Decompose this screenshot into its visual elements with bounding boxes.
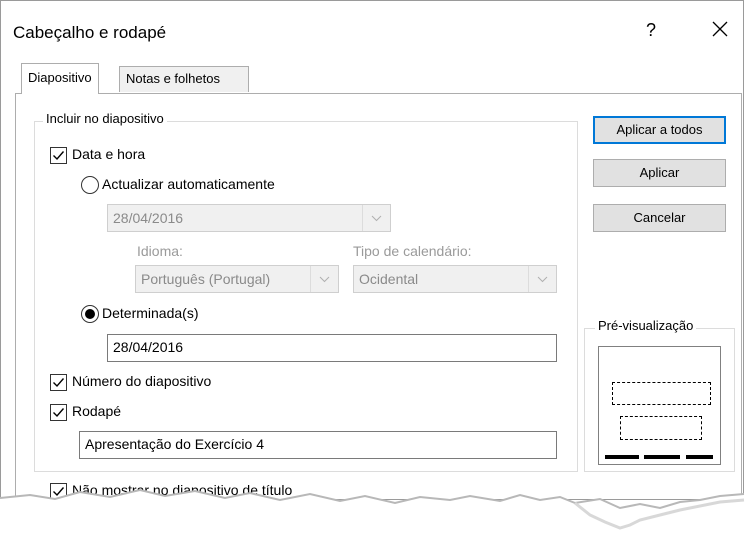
close-button[interactable] [707,19,733,41]
header-footer-dialog: Cabeçalho e rodapé ? Diapositivo Notas e… [0,0,744,500]
tab-slide[interactable]: Diapositivo [21,63,99,94]
chevron-down-icon [537,276,548,283]
close-icon [712,21,728,37]
auto-update-label: Actualizar automaticamente [102,176,275,192]
language-label: Idioma: [137,243,183,259]
torn-edge [0,488,751,557]
dialog-title: Cabeçalho e rodapé [13,23,167,42]
footer-field[interactable] [85,436,514,452]
preview-placeholder-bottom [620,416,702,440]
language-arrow [310,266,338,292]
preview-placeholder-top [612,382,711,405]
footer-input[interactable] [79,431,557,459]
fixed-date-label: Determinada(s) [102,305,199,321]
slide-number-checkbox[interactable] [50,374,67,391]
language-value: Português (Portugal) [141,271,271,287]
title-bar: Cabeçalho e rodapé ? [1,1,743,65]
cancel-button[interactable]: Cancelar [593,204,726,232]
help-button[interactable]: ? [639,20,663,41]
include-group-label: Incluir no diapositivo [43,111,167,126]
apply-to-all-button[interactable]: Aplicar a todos [593,116,726,144]
auto-date-value: 28/04/2016 [113,210,184,226]
date-time-checkbox[interactable] [50,147,67,164]
language-dropdown[interactable]: Português (Portugal) [135,265,339,293]
checkmark-icon [53,408,65,418]
apply-button[interactable]: Aplicar [593,159,726,187]
fixed-date-field[interactable] [113,339,517,355]
checkmark-icon [53,151,65,161]
calendar-type-arrow [528,266,556,292]
footer-label: Rodapé [72,403,122,419]
footer-checkbox[interactable] [50,404,67,421]
calendar-type-value: Ocidental [359,271,419,287]
preview-footer-bar-number [686,455,713,459]
checkmark-icon [53,378,65,388]
calendar-type-label: Tipo de calendário: [353,243,472,259]
preview-slide [598,346,721,465]
radio-selected-dot [85,309,95,319]
auto-date-arrow [362,205,390,231]
auto-update-radio[interactable] [81,176,99,194]
include-groupbox [34,121,578,472]
chevron-down-icon [319,276,330,283]
preview-label: Pré-visualização [595,318,697,333]
slide-number-label: Número do diapositivo [72,373,212,389]
preview-footer-bar-date [605,455,639,459]
auto-date-dropdown[interactable]: 28/04/2016 [107,204,391,232]
calendar-type-dropdown[interactable]: Ocidental [353,265,557,293]
tab-notes-handouts[interactable]: Notas e folhetos [119,66,249,92]
fixed-date-input[interactable] [107,334,557,362]
preview-footer-bar-footer [644,455,680,459]
chevron-down-icon [371,215,382,222]
fixed-date-radio[interactable] [81,305,99,323]
date-time-label: Data e hora [72,146,146,162]
